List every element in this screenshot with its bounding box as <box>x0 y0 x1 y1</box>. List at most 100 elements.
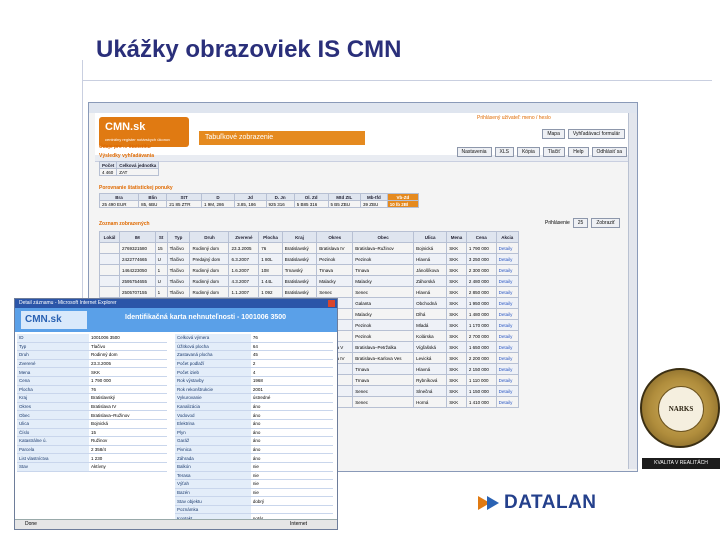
column-header[interactable]: Obec <box>352 231 415 243</box>
records-per-page-select[interactable]: 25 <box>572 218 589 228</box>
column-header[interactable]: Kraj <box>281 231 318 243</box>
table-cell: 4.3.2007 <box>228 275 260 287</box>
table-cell: SKK <box>446 242 467 254</box>
column-header[interactable]: Typ <box>166 231 191 243</box>
detail-link[interactable]: Detaily <box>495 253 520 265</box>
detail-banner: CMN.sk Identifikačná karta nehnuteľnosti… <box>15 308 337 332</box>
column-header[interactable]: Mena <box>446 231 467 243</box>
logout-button[interactable]: Odhlásiť sa <box>591 147 627 157</box>
detail-label: Druh <box>17 350 89 360</box>
results-header: Počet <box>98 161 118 169</box>
table-row[interactable]: 2422774665 U Tlačivo Predajný dom 6.3.2007 1 … <box>99 253 520 265</box>
summary-header-active: Vb-Zd <box>386 193 420 201</box>
table-cell: 2769321580 <box>118 242 156 254</box>
detail-link[interactable]: Detaily <box>495 330 520 342</box>
detail-label: Mena <box>17 367 89 377</box>
table-cell: Pezinok <box>352 319 415 331</box>
detail-link[interactable]: Detaily <box>495 363 520 375</box>
seal-text: NARKS <box>658 386 704 432</box>
detail-row: Kanalizácia áno <box>175 402 333 412</box>
search-form-button[interactable]: Vyhľadávací formulár <box>567 129 625 139</box>
detail-row: Plocha 76 <box>17 385 167 395</box>
detail-link[interactable]: Detaily <box>495 385 520 397</box>
column-header[interactable]: Druh <box>189 231 230 243</box>
detail-link[interactable]: Detaily <box>495 297 520 309</box>
detail-link[interactable]: Detaily <box>495 396 520 408</box>
cmn-logo: CMN.sk centrálny register notárskych úko… <box>99 117 189 147</box>
table-cell: 6.3.2007 <box>228 253 260 265</box>
column-header[interactable]: Akcia <box>495 231 520 243</box>
help-button[interactable]: Help <box>568 147 589 157</box>
detail-link[interactable]: Detaily <box>495 275 520 287</box>
summary-header: StT <box>166 193 202 201</box>
window-titlebar <box>89 103 637 113</box>
detail-value: Bratislava IV <box>89 402 167 412</box>
xls-button[interactable]: XLS <box>494 147 514 157</box>
table-cell: 2 200 000 <box>465 352 497 364</box>
table-cell: 108 <box>258 264 283 276</box>
detail-row: Číslo 15 <box>17 428 167 438</box>
detail-value: 23.3.2005 <box>89 359 167 369</box>
detail-value: áno <box>250 436 333 446</box>
table-row[interactable]: 2769321580 15 Tlačivo Rodinný dom 23.3.2005 7… <box>99 242 520 254</box>
table-cell: Senec <box>352 385 415 397</box>
column-header[interactable]: IM <box>118 231 156 243</box>
detail-value: áno <box>250 419 333 429</box>
table-cell: SKK <box>446 385 467 397</box>
detail-link[interactable]: Detaily <box>495 374 520 386</box>
table-cell: 3 250 000 <box>465 253 497 265</box>
detail-link[interactable]: Detaily <box>495 242 520 254</box>
column-header[interactable]: Okres <box>316 231 354 243</box>
detail-row: Elektrina áno <box>175 419 333 429</box>
table-cell: Malacky <box>352 308 415 320</box>
seal-caption: KVALITA V REALITÁCH <box>642 458 720 469</box>
table-cell: Trnavský <box>281 264 318 276</box>
table-cell: Trnava <box>352 264 415 276</box>
table-cell: Hlavná <box>413 363 448 375</box>
column-header[interactable]: Plocha <box>258 231 283 243</box>
detail-value: 2001 <box>250 385 333 395</box>
column-header[interactable]: Cena <box>465 231 497 243</box>
table-cell: U <box>154 253 168 265</box>
detail-link[interactable]: Detaily <box>495 341 520 353</box>
detail-row: Vodovod áno <box>175 410 333 420</box>
detail-label: List vlastníctva <box>17 453 89 463</box>
table-row[interactable]: 2505707155 1 Tlačivo Rodinný dom 1.1.2007 1 0… <box>99 286 520 298</box>
table-cell: 15 <box>154 242 168 254</box>
settings-button[interactable]: Nastavenia <box>456 147 492 157</box>
table-row[interactable]: 1464223050 1 Tlačivo Rodinný dom 1.6.2007 108… <box>99 264 520 276</box>
show-button[interactable]: Zobraziť <box>591 218 620 228</box>
table-cell: 2 850 000 <box>465 286 497 298</box>
detail-right-column: Celková výmera 76 Úžitková plocha 64 Zastava… <box>175 334 333 529</box>
table-cell: 2 300 000 <box>465 264 497 276</box>
detail-link[interactable]: Detaily <box>495 308 520 320</box>
table-cell: Bratislava–Karlova Ves <box>352 352 415 364</box>
table-cell: 76 <box>258 242 283 254</box>
table-cell: Jánošíkova <box>413 264 448 276</box>
detail-titlebar: Detail záznamu - Microsoft Internet Expl… <box>15 299 337 308</box>
detail-link[interactable]: Detaily <box>495 264 520 276</box>
detail-row: Plyn áno <box>175 428 333 438</box>
table-row[interactable]: 2595754655 U Tlačivo Rodinný dom 4.3.2007 1 4… <box>99 275 520 287</box>
table-cell: SKK <box>446 396 467 408</box>
detail-row: Celková výmera 76 <box>175 334 333 343</box>
column-header[interactable]: St <box>154 231 168 243</box>
column-header[interactable]: Lokál <box>99 231 120 243</box>
table-cell: Hlavná <box>413 286 448 298</box>
copy-button[interactable]: Kópia <box>516 147 540 157</box>
detail-link[interactable]: Detaily <box>495 286 520 298</box>
column-header[interactable]: Ulica <box>413 231 448 243</box>
vertical-scrollbar[interactable] <box>628 113 637 469</box>
detail-value: nie <box>250 462 333 472</box>
map-button[interactable]: Mapa <box>542 129 565 139</box>
table-cell: Slnečná <box>413 385 448 397</box>
table-cell: Bratislava–Petržalka <box>352 341 415 353</box>
print-button[interactable]: Tlačiť <box>542 147 566 157</box>
table-cell: Rodinný dom <box>189 275 230 287</box>
summary-header: Mtd ZIL <box>327 193 361 201</box>
detail-link[interactable]: Detaily <box>495 352 520 364</box>
detail-label: Počet izieb <box>175 367 251 377</box>
detail-link[interactable]: Detaily <box>495 319 520 331</box>
column-header[interactable]: Zverené <box>228 231 260 243</box>
close-icon[interactable] <box>328 300 335 307</box>
